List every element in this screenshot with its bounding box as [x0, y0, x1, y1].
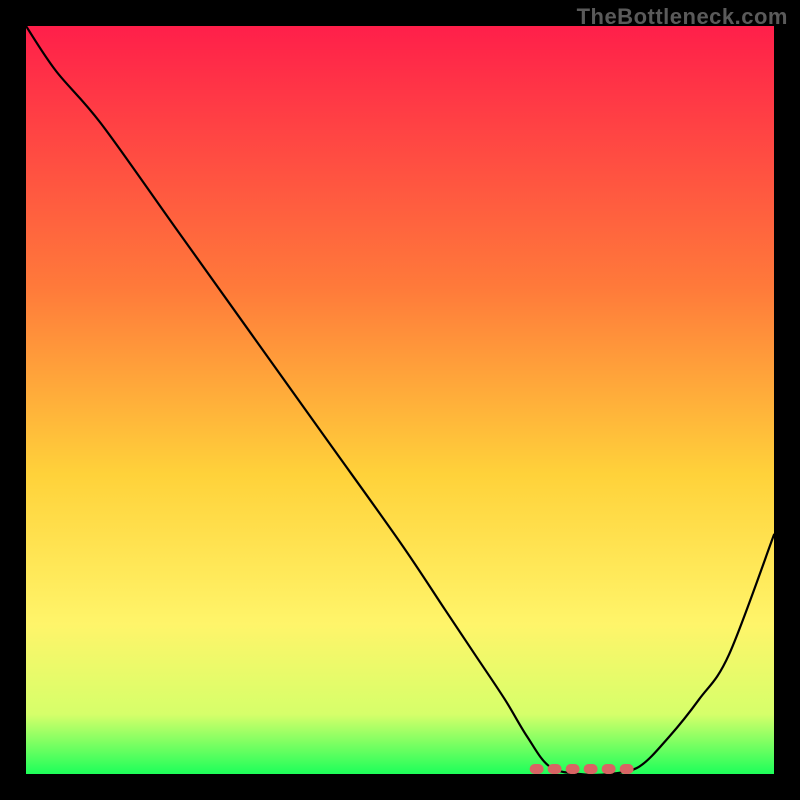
chart-frame: TheBottleneck.com — [0, 0, 800, 800]
watermark-text: TheBottleneck.com — [577, 4, 788, 30]
plot-svg — [26, 26, 774, 774]
gradient-background — [26, 26, 774, 774]
bottleneck-plot — [26, 26, 774, 774]
